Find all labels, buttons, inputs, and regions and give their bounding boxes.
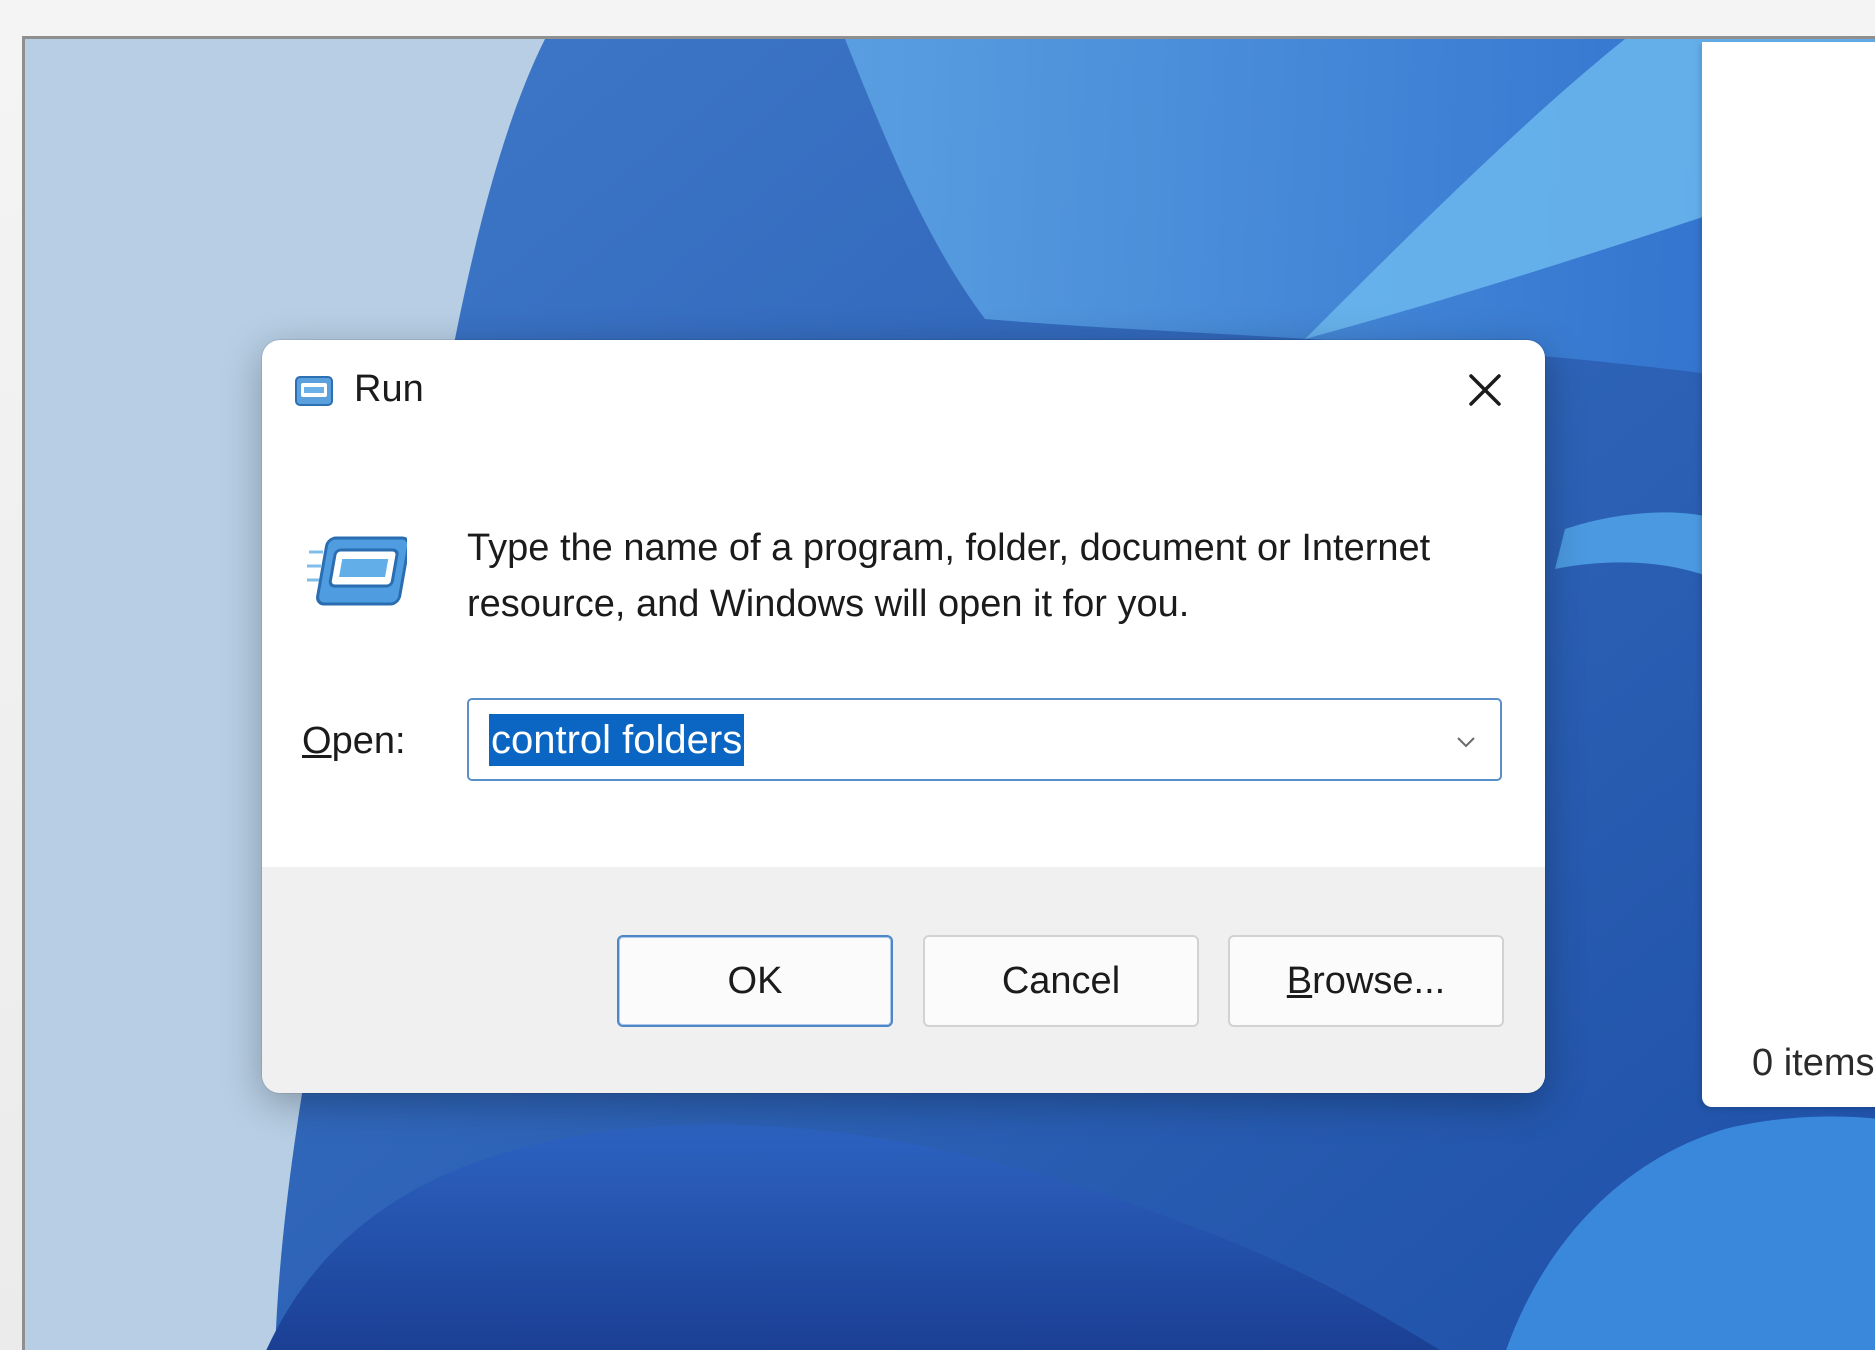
browse-button[interactable]: Browse...: [1228, 935, 1504, 1027]
open-input-selected-text[interactable]: control folders: [489, 714, 745, 766]
open-label-mnemonic: O: [302, 720, 332, 762]
explorer-window: 0 items: [1702, 42, 1875, 1107]
open-label-text: pen:: [331, 720, 406, 762]
run-dialog: Run Type the name of a program, folder, …: [262, 340, 1545, 1093]
close-button[interactable]: [1447, 358, 1523, 422]
chevron-down-icon[interactable]: [1450, 726, 1482, 758]
ok-button[interactable]: OK: [617, 935, 893, 1027]
close-icon: [1469, 374, 1501, 406]
browse-label: rowse...: [1312, 959, 1446, 1002]
browse-mnemonic: B: [1286, 959, 1313, 1002]
dialog-description: Type the name of a program, folder, docu…: [467, 527, 1431, 625]
open-label: Open:: [302, 720, 406, 763]
cancel-button[interactable]: Cancel: [923, 935, 1199, 1027]
dialog-titlebar[interactable]: Run: [262, 340, 1545, 440]
dialog-title: Run: [354, 368, 424, 410]
run-app-icon: [307, 536, 407, 606]
screenshot-frame: 0 items Run Type the name of a program, …: [0, 0, 1875, 1350]
open-combobox[interactable]: control folders: [467, 698, 1502, 781]
run-app-icon: [295, 376, 333, 406]
explorer-status-text: 0 items: [1752, 1042, 1875, 1084]
